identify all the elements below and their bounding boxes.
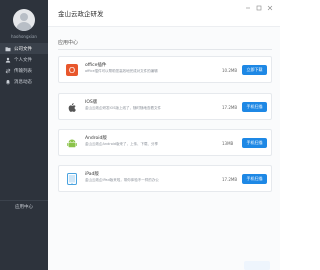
maximize-icon	[256, 5, 262, 11]
download-button[interactable]: 立即下载	[242, 65, 267, 75]
app-card-ipad: iPad版 金山云政企iPad版来啦，带你体验不一样的办公 17.2MB 手机扫…	[58, 165, 272, 192]
sidebar-footer-app-center[interactable]: 应用中心	[0, 200, 48, 213]
apple-icon	[65, 100, 79, 114]
app-description: 金山云政企研发IOS版上线了，随时随地查看文件	[85, 106, 162, 110]
sidebar-item-label: 传输列表	[14, 68, 32, 74]
app-description: 金山云政企iPad版来啦，带你体验不一样的办公	[85, 178, 159, 182]
sidebar-nav: 公司文件 个人文件 传输列表 消息动态	[0, 43, 48, 87]
avatar[interactable]	[13, 9, 35, 31]
scan-button[interactable]: 手机扫描	[242, 174, 267, 184]
sidebar-item-transfers[interactable]: 传输列表	[0, 65, 48, 76]
scan-button[interactable]: 手机扫描	[242, 138, 267, 148]
app-name: IOS版	[85, 100, 98, 105]
sidebar-item-messages[interactable]: 消息动态	[0, 76, 48, 87]
sidebar: haohongxian 公司文件 个人文件 传输列表 消息动态 应用中心	[0, 0, 48, 270]
sidebar-item-personal-files[interactable]: 个人文件	[0, 54, 48, 65]
app-size: 13MB	[222, 141, 234, 146]
sidebar-item-label: 消息动态	[14, 79, 32, 85]
app-size: 17.2MB	[222, 177, 238, 182]
app-card-android: Android版 金山云政企Android版来了，上传、下载、分享 13MB 手…	[58, 129, 272, 156]
app-size: 10.2MB	[222, 68, 238, 73]
sidebar-item-company-files[interactable]: 公司文件	[0, 43, 48, 54]
divider	[58, 49, 272, 50]
android-icon	[65, 136, 79, 150]
close-icon	[267, 5, 273, 11]
user-icon	[5, 57, 11, 63]
sidebar-item-label: 公司文件	[14, 46, 32, 52]
folder-icon	[5, 46, 11, 52]
app-card-ios: IOS版 金山云政企研发IOS版上线了，随时随地查看文件 17.2MB 手机扫描	[58, 93, 272, 120]
window-controls	[244, 4, 274, 12]
minimize-icon	[246, 7, 250, 9]
title-bar: 金山云政企研发	[48, 0, 280, 27]
office-icon: O	[65, 63, 79, 77]
bell-icon	[5, 79, 11, 85]
minimize-button[interactable]	[244, 4, 252, 12]
app-description: 金山云政企Android版来了，上传、下载、分享	[85, 142, 159, 146]
section-title: 应用中心	[58, 40, 79, 46]
username: haohongxian	[11, 34, 37, 39]
svg-text:O: O	[69, 66, 75, 75]
maximize-button[interactable]	[255, 4, 263, 12]
app-card-office: O office插件 office插件可以帮助您高效地完成对文件的编辑 10.2…	[58, 56, 272, 83]
sidebar-item-label: 个人文件	[14, 57, 32, 63]
app-name: iPad版	[85, 172, 99, 177]
faint-bottom-button[interactable]	[244, 261, 270, 270]
scan-button[interactable]: 手机扫描	[242, 102, 267, 112]
app-size: 17.2MB	[222, 105, 238, 110]
app-name: Android版	[85, 136, 107, 141]
app-name: office插件	[85, 63, 107, 68]
transfer-icon	[5, 68, 11, 74]
app-title: 金山云政企研发	[58, 10, 104, 18]
close-button[interactable]	[266, 4, 274, 12]
main-content: 应用中心 O office插件 office插件可以帮助您高效地完成对文件的编辑…	[48, 27, 280, 270]
ipad-icon	[65, 172, 79, 186]
app-description: office插件可以帮助您高效地完成对文件的编辑	[85, 69, 158, 73]
